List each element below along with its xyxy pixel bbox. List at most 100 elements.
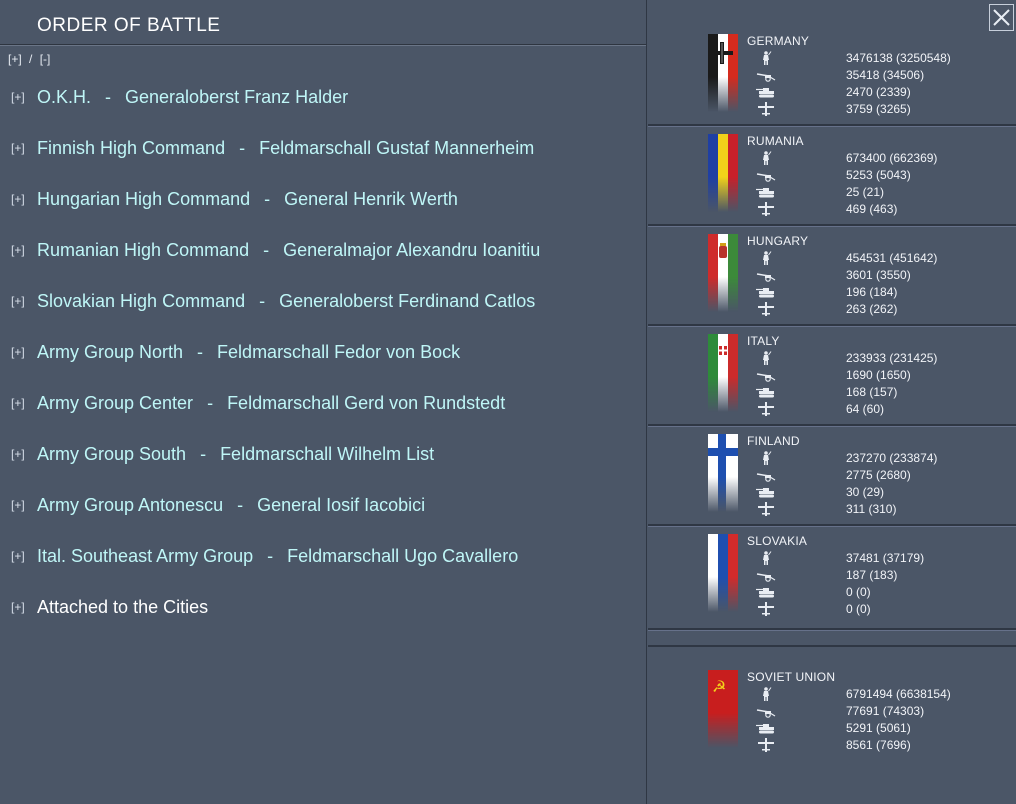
aircraft-icon	[756, 302, 776, 316]
stat-value: 8561 (7696)	[846, 738, 911, 752]
command-row[interactable]: [+] Rumanian High Command - Generalmajor Al…	[0, 239, 646, 261]
nation-panel-rumania[interactable]: RUMANIA 673400 (662369) 5253 (5043) 25 (21)…	[648, 126, 1016, 226]
aircraft-icon	[756, 202, 776, 216]
aircraft-icon	[756, 402, 776, 416]
aircraft-icon	[756, 502, 776, 516]
expand-toggle[interactable]: [+]	[11, 243, 25, 257]
stat-value: 0 (0)	[846, 585, 871, 599]
command-separator: -	[207, 392, 214, 413]
command-separator: -	[239, 137, 246, 158]
command-separator: -	[264, 188, 271, 209]
expand-toggle[interactable]: [+]	[11, 498, 25, 512]
infantry-icon	[756, 551, 776, 565]
expand-all-button[interactable]: [+]	[8, 52, 22, 66]
nation-panel-finland[interactable]: FINLAND 237270 (233874) 2775 (2680) 30 (29)…	[648, 426, 1016, 526]
commander-name: General Henrik Werth	[284, 188, 458, 209]
tank-icon	[756, 485, 776, 499]
soviet-flag-graphic: ☭	[708, 670, 738, 748]
aircraft-icon	[756, 102, 776, 116]
stat-value: 25 (21)	[846, 185, 885, 199]
stat-value: 77691 (74303)	[846, 704, 925, 718]
tank-icon	[756, 285, 776, 299]
command-row[interactable]: [+] Finnish High Command - Feldmarschall Gu…	[0, 137, 646, 159]
command-label[interactable]: Attached to the Cities	[37, 597, 208, 618]
stat-value: 1690 (1650)	[846, 368, 911, 382]
aircraft-icon	[756, 602, 776, 616]
command-label[interactable]: Rumanian High Command - Generalmajor Alexa…	[37, 240, 540, 261]
command-label[interactable]: Army Group North - Feldmarschall Fedor von…	[37, 342, 460, 363]
command-separator: -	[259, 290, 266, 311]
command-separator: -	[105, 86, 112, 107]
stat-value: 196 (184)	[846, 285, 898, 299]
nation-name: SLOVAKIA	[747, 534, 808, 548]
nation-panel-italy[interactable]: ITALY 233933 (231425) 1690 (1650) 168 (157)…	[648, 326, 1016, 426]
expand-toggle[interactable]: [+]	[11, 192, 25, 206]
expand-toggle[interactable]: [+]	[11, 141, 25, 155]
stat-value: 3601 (3550)	[846, 268, 911, 282]
italy-flag	[708, 334, 738, 412]
nation-name: FINLAND	[747, 434, 800, 448]
stat-value: 311 (310)	[846, 502, 897, 516]
stat-value: 3759 (3265)	[846, 102, 911, 116]
command-row[interactable]: [+] Army Group South - Feldmarschall Wilhel…	[0, 443, 646, 465]
stat-value: 0 (0)	[846, 602, 871, 616]
hungary-flag-graphic	[708, 234, 738, 312]
stat-value: 187 (183)	[846, 568, 898, 582]
window-title: ORDER OF BATTLE	[37, 15, 221, 36]
commander-name: Generaloberst Franz Halder	[125, 86, 349, 107]
nation-name: GERMANY	[747, 34, 810, 48]
command-row[interactable]: [+] Army Group Center - Feldmarschall Gerd …	[0, 392, 646, 414]
nation-panel-slovakia[interactable]: SLOVAKIA 37481 (37179) 187 (183) 0 (0) 0 (0)	[648, 526, 1016, 630]
nation-panel-hungary[interactable]: HUNGARY 454531 (451642) 3601 (3550) 196 (18…	[648, 226, 1016, 326]
stat-value: 6791494 (6638154)	[846, 687, 951, 701]
expand-toggle[interactable]: [+]	[11, 396, 25, 410]
command-label[interactable]: Army Group Antonescu - General Iosif Iacob…	[37, 495, 425, 516]
nation-panel-soviet-union[interactable]: ☭ SOVIET UNION 6791494 (6638154) 77691 (743…	[648, 646, 1016, 804]
title-divider	[0, 44, 646, 45]
command-name: Slovakian High Command	[37, 290, 246, 311]
command-label[interactable]: Hungarian High Command - General Henrik We…	[37, 189, 458, 210]
expand-separator: /	[29, 52, 33, 66]
artillery-icon	[756, 468, 776, 482]
command-label[interactable]: Slovakian High Command - Generaloberst Fer…	[37, 291, 535, 312]
artillery-icon	[756, 368, 776, 382]
command-label[interactable]: Ital. Southeast Army Group - Feldmarschall…	[37, 546, 518, 567]
expand-toggle[interactable]: [+]	[11, 294, 25, 308]
command-name: Ital. Southeast Army Group	[37, 545, 254, 566]
commander-name: General Iosif Iacobici	[257, 494, 426, 515]
infantry-icon	[756, 451, 776, 465]
command-label[interactable]: O.K.H. - Generaloberst Franz Halder	[37, 87, 348, 108]
order-of-battle-panel: ORDER OF BATTLE [+] / [-] [+] O.K.H. - Gene…	[0, 0, 647, 804]
command-row[interactable]: [+] O.K.H. - Generaloberst Franz Halder	[0, 86, 646, 108]
commander-name: Feldmarschall Gerd von Rundstedt	[227, 392, 506, 413]
command-separator: -	[200, 443, 207, 464]
nation-name: RUMANIA	[747, 134, 804, 148]
stat-value: 2775 (2680)	[846, 468, 911, 482]
command-label[interactable]: Army Group South - Feldmarschall Wilhelm L…	[37, 444, 434, 465]
expand-toggle[interactable]: [+]	[11, 549, 25, 563]
artillery-icon	[756, 68, 776, 82]
nation-panel-germany[interactable]: GERMANY 3476138 (3250548) 35418 (34506) 247…	[648, 0, 1016, 126]
stat-value: 673400 (662369)	[846, 151, 938, 165]
expand-collapse-all: [+] / [-]	[8, 52, 50, 66]
stat-value: 5253 (5043)	[846, 168, 911, 182]
rumania-flag-graphic	[708, 134, 738, 212]
stat-value: 237270 (233874)	[846, 451, 938, 465]
expand-toggle[interactable]: [+]	[11, 447, 25, 461]
command-separator: -	[237, 494, 244, 515]
expand-toggle[interactable]: [+]	[11, 90, 25, 104]
command-row[interactable]: [+] Army Group Antonescu - General Iosif Ia…	[0, 494, 646, 516]
command-row[interactable]: [+] Army Group North - Feldmarschall Fedor …	[0, 341, 646, 363]
expand-toggle[interactable]: [+]	[11, 600, 25, 614]
command-row[interactable]: [+] Hungarian High Command - General Henrik…	[0, 188, 646, 210]
expand-toggle[interactable]: [+]	[11, 345, 25, 359]
command-name: Finnish High Command	[37, 137, 226, 158]
command-row[interactable]: [+] Slovakian High Command - Generaloberst …	[0, 290, 646, 312]
command-name: Hungarian High Command	[37, 188, 251, 209]
collapse-all-button[interactable]: [-]	[40, 52, 51, 66]
command-row[interactable]: [+] Attached to the Cities	[0, 596, 646, 618]
tank-icon	[756, 721, 776, 735]
command-label[interactable]: Army Group Center - Feldmarschall Gerd von…	[37, 393, 505, 414]
command-label[interactable]: Finnish High Command - Feldmarschall Gusta…	[37, 138, 534, 159]
command-row[interactable]: [+] Ital. Southeast Army Group - Feldmarsch…	[0, 545, 646, 567]
